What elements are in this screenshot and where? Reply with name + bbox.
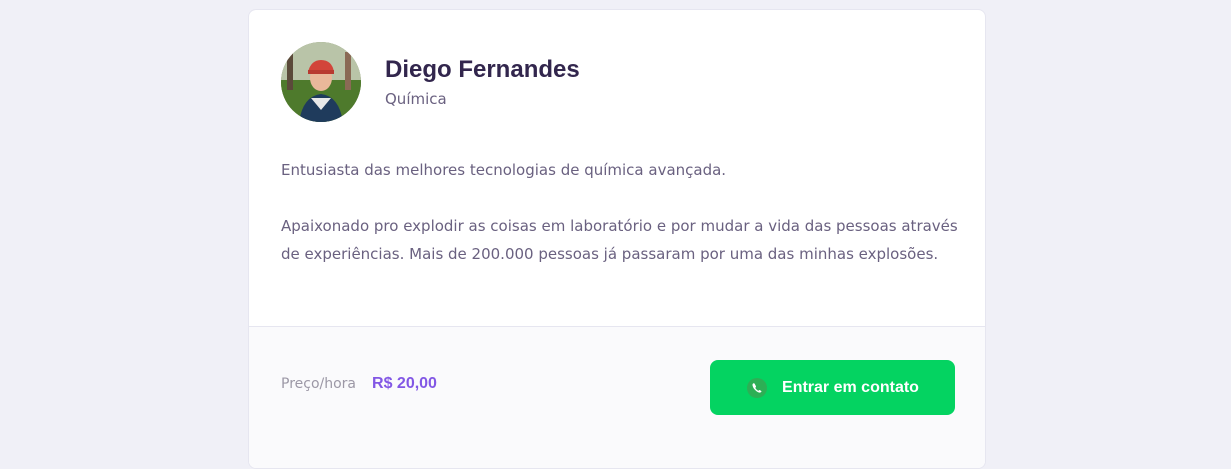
bio-paragraph: Entusiasta das melhores tecnologias de q…	[281, 161, 727, 179]
contact-button-label: Entrar em contato	[782, 378, 919, 396]
teacher-subject: Química	[385, 90, 447, 108]
teacher-name: Diego Fernandes	[385, 56, 580, 83]
bio-paragraph: Apaixonado pro explodir as coisas em lab…	[281, 217, 958, 263]
avatar	[281, 42, 361, 122]
teacher-card: Diego Fernandes Química Entusiasta das m…	[248, 9, 986, 469]
teacher-header: Diego Fernandes Química	[281, 42, 580, 122]
price-info: Preço/hora R$ 20,00	[281, 375, 437, 393]
teacher-ident: Diego Fernandes Química	[385, 56, 580, 108]
teacher-bio: Entusiasta das melhores tecnologias de q…	[281, 156, 961, 268]
price-value: R$ 20,00	[372, 375, 437, 392]
whatsapp-icon	[746, 377, 768, 399]
price-label: Preço/hora	[281, 376, 357, 392]
contact-button[interactable]: Entrar em contato	[710, 360, 955, 415]
card-footer: Preço/hora R$ 20,00 Entrar em contato	[249, 326, 985, 468]
